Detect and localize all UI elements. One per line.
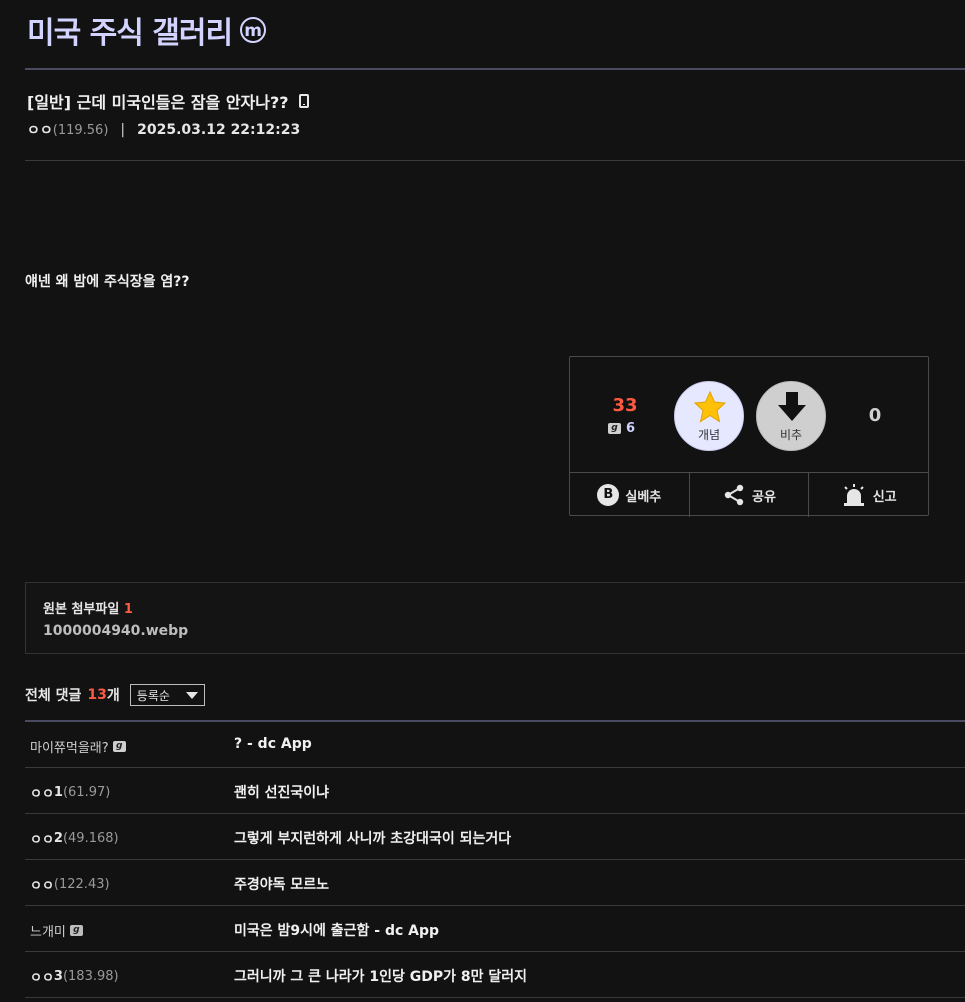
comment-sort-select[interactable]: 등록순 xyxy=(129,684,205,706)
comment-author-ip: (49.168) xyxy=(62,831,119,846)
post-author-nickname[interactable]: ㅇㅇ xyxy=(27,120,53,140)
post-body: 얘넨 왜 밤에 주식장을 염?? xyxy=(25,274,190,290)
siren-icon xyxy=(843,484,864,506)
attachment-box: 원본 첨부파일 1 1000004940.webp xyxy=(25,582,965,654)
comment-text: 괜히 선진국이냐 xyxy=(234,785,330,801)
fixed-user-icon: g xyxy=(608,423,621,434)
comment-text: ? - dc App xyxy=(234,736,312,752)
attachment-file-link[interactable]: 1000004940.webp xyxy=(43,623,188,639)
comment-header: 전체 댓글 13 개 등록순 xyxy=(25,684,205,706)
comment-row: 느개미 g 미국은 밤9시에 출근함 - dc App xyxy=(25,906,965,952)
comment-count-unit: 개 xyxy=(106,688,120,704)
comment-author-name: ㅇㅇ xyxy=(30,879,54,894)
attachment-title-text: 원본 첨부파일 xyxy=(43,602,120,617)
comment-author-ip: (122.43) xyxy=(53,877,110,892)
post-author-ip: (119.56) xyxy=(52,122,109,138)
upvote-label: 개념 xyxy=(697,428,721,442)
comment-author-name: ㅇㅇ xyxy=(30,971,54,986)
upvote-count: 33 xyxy=(612,395,638,416)
comment-text: 그러니까 그 큰 나라가 1인당 GDP가 8만 달러지 xyxy=(234,969,528,985)
gallery-title-text: 미국 주식 갤러리 xyxy=(27,16,233,51)
post-date: 2025.03.12 22:12:23 xyxy=(137,122,301,138)
star-icon xyxy=(693,390,727,423)
fixed-user-upvote-value: 6 xyxy=(626,421,636,436)
downvote-button[interactable]: 비추 xyxy=(756,381,826,451)
comment-row: ㅇㅇ (122.43) 주경야독 모르노 xyxy=(25,860,965,906)
best-recommend-label: 실베추 xyxy=(625,489,662,505)
comment-list: 마이쮸먹을래? g ? - dc App ㅇㅇ 1 (61.97) 괜히 선진국이냐… xyxy=(25,722,965,998)
comment-author[interactable]: ㅇㅇ 1 (61.97) xyxy=(30,783,110,802)
b-icon: B xyxy=(597,484,620,506)
fixed-user-upvote-count: g 6 xyxy=(608,421,635,436)
comment-text: 주경야독 모르노 xyxy=(234,877,330,893)
post-header-divider xyxy=(25,160,965,161)
attachment-title: 원본 첨부파일 1 xyxy=(43,598,133,617)
report-button[interactable]: 신고 xyxy=(809,473,928,517)
mobile-icon xyxy=(298,94,309,108)
comment-sort-value: 등록순 xyxy=(136,688,170,703)
gallery-title[interactable]: 미국 주식 갤러리 m xyxy=(27,8,267,52)
comment-author[interactable]: 느개미 g xyxy=(30,921,83,940)
comment-text: 미국은 밤9시에 출근함 - dc App xyxy=(234,923,440,939)
comment-author-name: ㅇㅇ xyxy=(30,833,54,848)
comment-author-suffix: 2 xyxy=(53,831,63,846)
post-meta: ㅇㅇ (119.56) | 2025.03.12 22:12:23 xyxy=(27,120,300,140)
post-title: [일반] 근데 미국인들은 잠을 안자나?? xyxy=(27,89,309,113)
comment-author[interactable]: 마이쮸먹을래? g xyxy=(30,737,126,756)
share-button[interactable]: 공유 xyxy=(690,473,810,517)
comment-count: 13 xyxy=(87,687,107,703)
post-title-text: [일반] 근데 미국인들은 잠을 안자나?? xyxy=(27,93,289,112)
recommend-box: 33 g 6 개념 비추 0 B 실베추 공유 신고 xyxy=(569,356,929,517)
comment-author-ip: (61.97) xyxy=(62,785,111,800)
comment-author-suffix: 1 xyxy=(53,785,63,800)
meta-separator: | xyxy=(120,122,126,138)
comment-author-ip: (183.98) xyxy=(62,969,119,984)
report-label: 신고 xyxy=(872,489,897,505)
comment-row: ㅇㅇ 2 (49.168) 그렇게 부지런하게 사니까 초강대국이 되는거다 xyxy=(25,814,965,860)
comment-author-suffix: 3 xyxy=(53,969,63,984)
comment-text: 그렇게 부지런하게 사니까 초강대국이 되는거다 xyxy=(234,831,512,847)
upvote-button[interactable]: 개념 xyxy=(674,381,744,451)
comment-label: 전체 댓글 xyxy=(25,688,82,704)
comment-author-name: ㅇㅇ xyxy=(30,787,54,802)
comment-author[interactable]: ㅇㅇ (122.43) xyxy=(30,875,110,894)
comment-row: ㅇㅇ 1 (61.97) 괜히 선진국이냐 xyxy=(25,768,965,814)
comment-row: ㅇㅇ 3 (183.98) 그러니까 그 큰 나라가 1인당 GDP가 8만 달러지 xyxy=(25,952,965,998)
downvote-label: 비추 xyxy=(779,428,803,442)
minor-gallery-badge-icon: m xyxy=(240,17,267,43)
comment-author-name: 느개미 xyxy=(30,925,66,940)
share-icon xyxy=(724,484,744,506)
attachment-count: 1 xyxy=(123,602,133,617)
share-label: 공유 xyxy=(752,489,776,505)
chevron-down-icon xyxy=(185,691,198,699)
comment-row: 마이쮸먹을래? g ? - dc App xyxy=(25,722,965,768)
comment-author[interactable]: ㅇㅇ 2 (49.168) xyxy=(30,829,119,848)
best-recommend-button[interactable]: B 실베추 xyxy=(570,473,690,517)
semi-fixed-user-icon: g xyxy=(69,925,83,936)
comment-author-name: 마이쮸먹을래? xyxy=(30,741,109,756)
comment-author[interactable]: ㅇㅇ 3 (183.98) xyxy=(30,967,119,986)
fixed-user-icon: g xyxy=(112,741,126,752)
arrow-down-icon xyxy=(778,392,806,421)
header-divider xyxy=(25,68,965,70)
downvote-count: 0 xyxy=(868,405,882,426)
